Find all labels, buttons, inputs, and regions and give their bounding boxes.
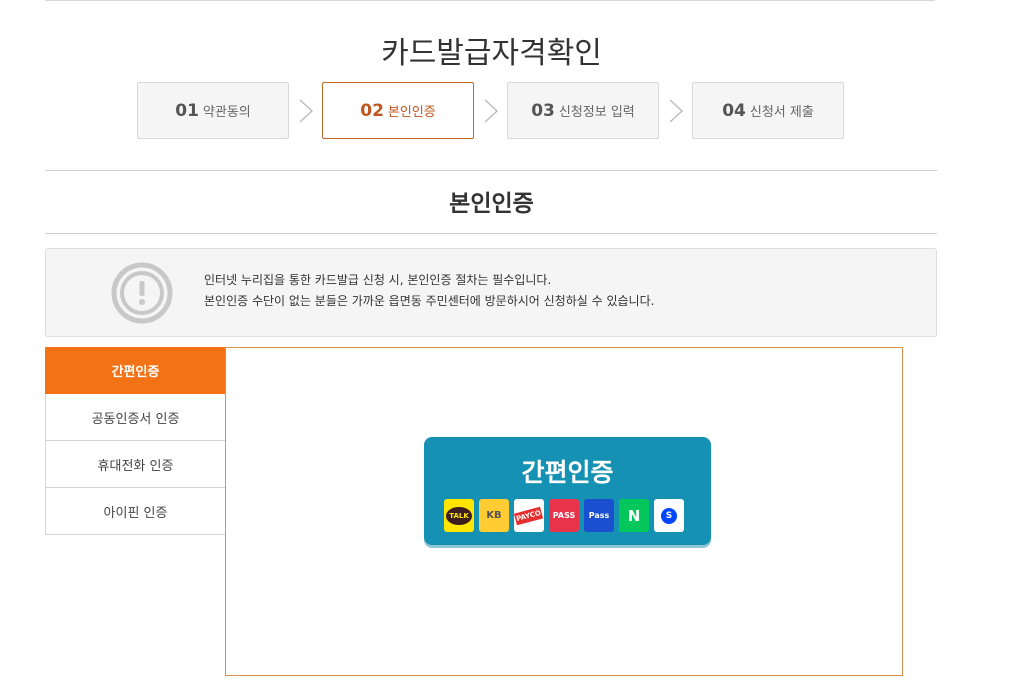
shinhan-logo-icon: S xyxy=(654,499,684,532)
step-label: 약관동의 xyxy=(202,105,251,120)
auth-content-panel: 간편인증 TALK KB PAYCO PASS Pass N S xyxy=(225,347,903,676)
tab-mobile-auth[interactable]: 휴대전화 인증 xyxy=(45,441,226,488)
provider-label: Pass xyxy=(588,511,610,520)
notice-line: 본인인증 수단이 없는 분들은 가까운 읍면동 주민센터에 방문하시어 신청하실… xyxy=(204,294,655,308)
provider-label: TALK xyxy=(446,506,472,525)
samsung-pass-logo-icon: Pass xyxy=(584,499,614,532)
naver-logo-icon: N xyxy=(619,499,649,532)
notice-box: 인터넷 누리집을 통한 카드발급 신청 시, 본인인증 절차는 필수입니다. 본… xyxy=(45,248,937,337)
payco-logo-icon: PAYCO xyxy=(514,499,544,532)
easy-auth-title: 간편인증 xyxy=(521,458,614,487)
provider-label: KB xyxy=(486,510,502,521)
step-03: 03 신청정보 입력 xyxy=(507,82,659,139)
step-number: 01 xyxy=(175,100,199,121)
notice-text: 인터넷 누리집을 통한 카드발급 신청 시, 본인인증 절차는 필수입니다. 본… xyxy=(204,270,654,312)
step-label: 신청정보 입력 xyxy=(558,105,635,120)
notice-line: 인터넷 누리집을 통한 카드발급 신청 시, 본인인증 절차는 필수입니다. xyxy=(204,273,552,287)
step-number: 03 xyxy=(531,100,555,121)
step-number: 04 xyxy=(722,100,746,121)
step-label: 신청서 제출 xyxy=(749,105,814,120)
provider-label: N xyxy=(627,506,641,525)
exclamation-circle-icon xyxy=(111,262,173,324)
section-divider-top xyxy=(45,170,937,171)
page-title: 카드발급자격확인 xyxy=(381,36,602,71)
provider-label: PASS xyxy=(552,511,576,520)
chevron-right-icon xyxy=(299,99,314,123)
top-divider xyxy=(45,0,935,1)
auth-method-tabs: 간편인증 공동인증서 인증 휴대전화 인증 아이핀 인증 xyxy=(45,347,226,535)
provider-label: S xyxy=(661,507,677,524)
easy-auth-button[interactable]: 간편인증 TALK KB PAYCO PASS Pass N S xyxy=(424,437,711,545)
chevron-right-icon xyxy=(669,99,684,123)
section-divider-bottom xyxy=(45,233,937,234)
step-01: 01 약관동의 xyxy=(137,82,289,139)
step-label: 본인인증 xyxy=(387,105,436,120)
step-02: 02 본인인증 xyxy=(322,82,474,139)
section-title: 본인인증 xyxy=(449,191,534,217)
step-indicator: 01 약관동의 02 본인인증 03 신청정보 입력 04 신청서 제출 xyxy=(137,82,857,139)
kakao-logo-icon: TALK xyxy=(444,499,474,532)
tab-ipin-auth[interactable]: 아이핀 인증 xyxy=(45,488,226,535)
tab-easy-auth[interactable]: 간편인증 xyxy=(45,347,226,394)
pass-logo-icon: PASS xyxy=(549,499,579,532)
chevron-right-icon xyxy=(484,99,499,123)
tab-certificate-auth[interactable]: 공동인증서 인증 xyxy=(45,394,226,441)
kb-logo-icon: KB xyxy=(479,499,509,532)
provider-logos: TALK KB PAYCO PASS Pass N S xyxy=(444,499,694,533)
step-number: 02 xyxy=(360,100,384,121)
provider-label: PAYCO xyxy=(514,506,544,525)
step-04: 04 신청서 제출 xyxy=(692,82,844,139)
